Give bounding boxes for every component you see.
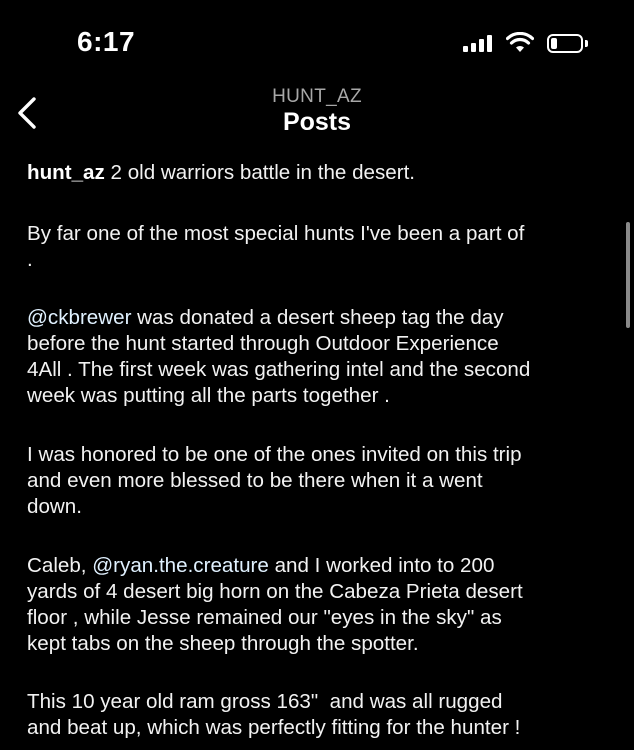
caption-text: 2 old warriors battle in the desert. [110, 161, 416, 184]
caption-paragraph: Caleb, @ryan.the.creature and I worked i… [27, 553, 523, 657]
caption-paragraph: hunt_az 2 old warriors battle in the des… [27, 160, 415, 186]
caption-text: down. [27, 495, 82, 518]
caption-text: before the hunt started through Outdoor … [27, 332, 499, 355]
caption-text: and beat up, which was perfectly fitting… [27, 716, 521, 739]
scrollbar[interactable] [626, 222, 630, 328]
caption-text: Caleb, [27, 554, 93, 577]
battery-icon [547, 34, 583, 53]
battery-tip [585, 40, 588, 47]
navigation-bar: HUNT_AZ Posts [0, 80, 634, 150]
caption-paragraph: This 10 year old ram gross 163" and was … [27, 689, 520, 741]
caption-text: yards of 4 desert big horn on the Cabeza… [27, 580, 523, 603]
caption-text: and I worked into to 200 [268, 554, 495, 577]
caption-paragraph: I was honored to be one of the ones invi… [27, 442, 522, 520]
caption-paragraph: By far one of the most special hunts I'v… [27, 221, 524, 273]
caption-paragraph: @ckbrewer was donated a desert sheep tag… [27, 305, 530, 409]
caption-text: was donated a desert sheep tag the day [131, 306, 504, 329]
account-name: HUNT_AZ [272, 86, 362, 107]
caption-text: This 10 year old ram gross 163" and was … [27, 690, 503, 713]
caption-text: . [27, 248, 33, 271]
caption-text: week was putting all the parts together … [27, 384, 390, 407]
status-time: 6:17 [77, 26, 136, 57]
caption-text: floor , while Jesse remained our "eyes i… [27, 606, 502, 629]
caption-text: 4All . The first week was gathering inte… [27, 358, 531, 381]
username-link[interactable]: hunt_az [27, 161, 105, 184]
cellular-signal-icon [463, 34, 493, 52]
caption-text: kept tabs on the sheep through the spott… [27, 632, 419, 655]
status-bar: 6:17 [0, 0, 634, 80]
caption-text: I was honored to be one of the ones invi… [27, 443, 522, 466]
caption-text: By far one of the most special hunts I'v… [27, 222, 525, 245]
mention-link[interactable]: @ryan.the.creature [92, 554, 269, 577]
caption-text: and even more blessed to be there when i… [27, 469, 483, 492]
page-title: Posts [282, 108, 352, 136]
wifi-icon [506, 32, 534, 52]
mention-link[interactable]: @ckbrewer [27, 306, 131, 329]
